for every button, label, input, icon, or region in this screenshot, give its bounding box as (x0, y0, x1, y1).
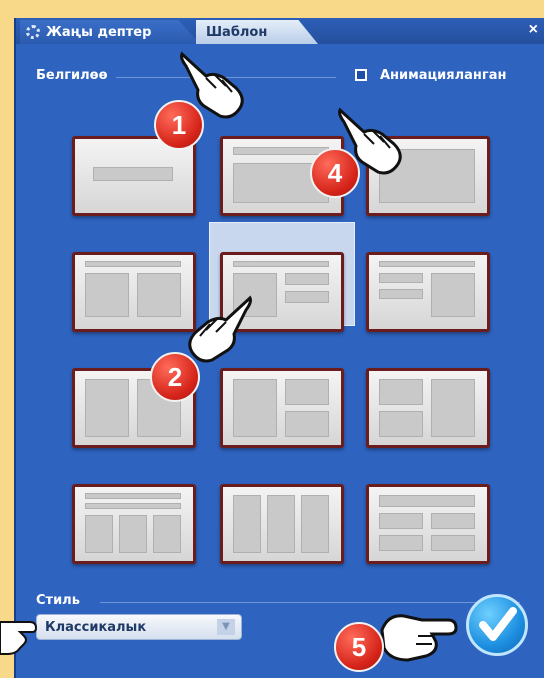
template-list-image[interactable] (366, 252, 490, 332)
template-dialog: Жаңы дептер Шаблон × Белгилөө Анимацияла… (14, 18, 544, 678)
ok-button[interactable] (466, 594, 528, 656)
dialog-titlebar: Жаңы дептер Шаблон × (16, 18, 544, 44)
animated-checkbox[interactable] (355, 69, 367, 81)
template-col-two-rows[interactable] (220, 368, 344, 448)
close-button[interactable]: × (529, 21, 538, 39)
style-select-value: Классикалык (45, 620, 147, 635)
tab-new-notebook-label: Жаңы дептер (46, 24, 152, 40)
callout-badge-1: 1 (154, 100, 204, 150)
template-title-three-col[interactable] (72, 484, 196, 564)
template-four-grid[interactable] (366, 484, 490, 564)
callout-badge-2: 2 (150, 352, 200, 402)
style-heading: Стиль (36, 593, 80, 608)
tab-template-label: Шаблон (206, 24, 268, 40)
style-select[interactable]: Классикалык ▼ (36, 614, 242, 640)
callout-badge-4: 4 (310, 148, 360, 198)
markings-heading: Белгилөө (36, 68, 108, 83)
tab-template[interactable]: Шаблон (196, 20, 318, 44)
animated-label: Анимацияланган (380, 68, 507, 83)
window-background: Жаңы дептер Шаблон × Белгилөө Анимацияла… (0, 0, 544, 678)
chevron-down-icon[interactable]: ▼ (217, 619, 235, 635)
tab-new-notebook[interactable]: Жаңы дептер (20, 20, 200, 44)
callout-badge-5: 5 (334, 622, 384, 672)
hand-pointer-icon (0, 621, 38, 655)
checkmark-icon (479, 607, 517, 641)
hand-pointer-icon (380, 614, 458, 662)
template-panel: Белгилөө Анимацияланган Стиль Классикалы… (16, 44, 544, 678)
gear-icon (26, 25, 40, 39)
template-two-rows-col[interactable] (366, 368, 490, 448)
template-three-col[interactable] (220, 484, 344, 564)
